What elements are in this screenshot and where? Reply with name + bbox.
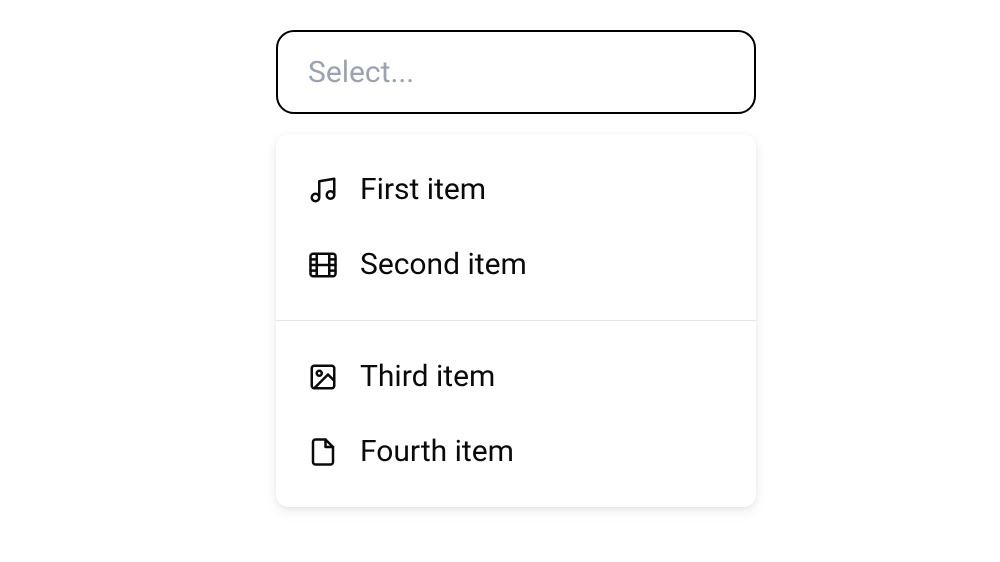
file-icon <box>308 437 338 467</box>
dropdown-group: First item Second item <box>276 134 756 320</box>
dropdown-item-third[interactable]: Third item <box>276 339 756 414</box>
dropdown-group: Third item Fourth item <box>276 321 756 507</box>
dropdown-item-first[interactable]: First item <box>276 152 756 227</box>
music-icon <box>308 175 338 205</box>
image-icon <box>308 362 338 392</box>
dropdown-item-fourth[interactable]: Fourth item <box>276 414 756 489</box>
dropdown-item-second[interactable]: Second item <box>276 227 756 302</box>
dropdown-item-label: Third item <box>360 359 495 394</box>
select-placeholder: Select... <box>308 55 414 90</box>
film-icon <box>308 250 338 280</box>
dropdown-item-label: Second item <box>360 247 527 282</box>
dropdown-item-label: Fourth item <box>360 434 514 469</box>
select-trigger[interactable]: Select... <box>276 30 756 114</box>
dropdown-panel: First item Second item Third item <box>276 134 756 507</box>
dropdown-item-label: First item <box>360 172 486 207</box>
